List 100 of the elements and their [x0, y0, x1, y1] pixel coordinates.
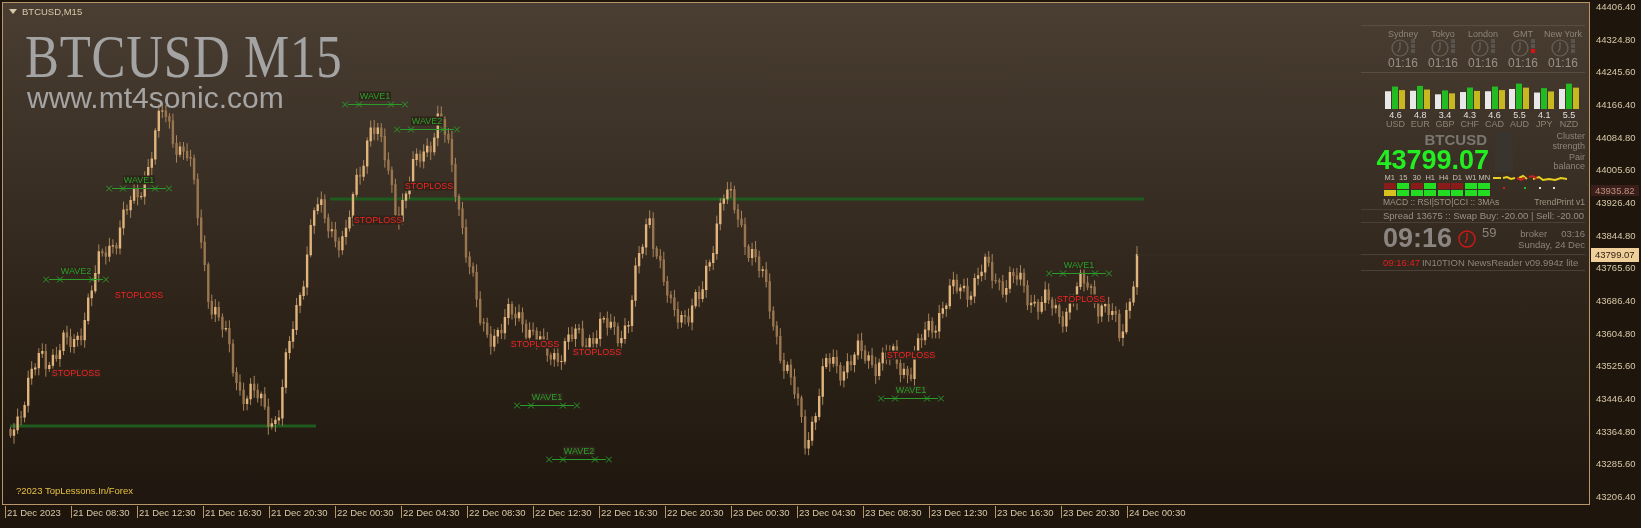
spread-text: Spread 13675 :: Swap Buy: -20.00 | Sell: -20.00: [1361, 209, 1585, 222]
broker-time: 03:16: [1561, 227, 1585, 239]
time-tick-label: 21 Dec 20:30: [269, 506, 335, 518]
strength-value: 5.5: [1562, 111, 1576, 121]
stoploss-label: STOPLOSS: [509, 339, 561, 349]
time-tick-label: 23 Dec 16:30: [995, 506, 1061, 518]
dropdown-icon[interactable]: [9, 8, 17, 15]
local-time: 09:16: [1383, 223, 1453, 255]
wave-label: WAVE2: [59, 266, 93, 276]
stoploss-label: STOPLOSS: [352, 215, 404, 225]
price-tick-label: 44005.60: [1595, 164, 1637, 177]
stoploss-label: STOPLOSS: [571, 347, 623, 357]
currency-code: AUD: [1509, 120, 1529, 131]
time-tick-label: 24 Dec 00:30: [1127, 506, 1193, 518]
strength-value: 5.5: [1513, 111, 1526, 121]
price-value: 43799.07: [1376, 147, 1489, 175]
time-tick-label: 22 Dec 04:30: [401, 506, 467, 518]
time-tick-label: 21 Dec 08:30: [71, 506, 137, 518]
clock-icon: [1511, 39, 1529, 57]
stoploss-label: STOPLOSS: [113, 290, 165, 300]
currency-code: GBP: [1435, 120, 1455, 131]
news-time: 09:16:47: [1383, 257, 1420, 269]
broker-label: broker: [1520, 227, 1548, 239]
stoploss-label: STOPLOSS: [1055, 294, 1107, 304]
balance-label: Pair balance: [1552, 152, 1585, 172]
wave-label: WAVE2: [410, 116, 444, 126]
session-time: 01:16: [1388, 57, 1418, 71]
wave-marker-icon: [1046, 269, 1112, 278]
time-tick-label: 23 Dec 20:30: [1061, 506, 1127, 518]
wave-marker-icon: [546, 455, 612, 464]
price-tick-label: 43525.60: [1595, 360, 1637, 373]
wave-label: WAVE2: [562, 446, 596, 456]
currency-code: EUR: [1410, 120, 1430, 131]
currency-code: CHF: [1460, 120, 1480, 131]
city-label: Tokyo: [1431, 29, 1455, 39]
date-text: Sunday, 24 Dec: [1518, 238, 1585, 250]
price-tick-label: 44324.80: [1595, 33, 1637, 46]
strength-bars-drawing: [1508, 81, 1531, 110]
clock-icon: [1391, 39, 1409, 57]
price-tick-label: 43686.40: [1595, 294, 1637, 307]
session-time: 01:16: [1508, 57, 1538, 71]
wave-marker-icon: [106, 184, 172, 193]
wave-label: WAVE1: [894, 385, 928, 395]
wave-label: WAVE1: [530, 392, 564, 402]
time-tick-label: 22 Dec 16:30: [599, 506, 665, 518]
wave-marker-icon: [43, 275, 109, 284]
price-tick-label: 43604.80: [1595, 327, 1637, 340]
city-label: Sydney: [1388, 29, 1418, 39]
news-label: IN10TION NewsReader v09.994z lite: [1422, 257, 1579, 269]
city-label: London: [1467, 29, 1498, 39]
trend-label: TrendPrint v1: [1534, 197, 1585, 208]
wave-label: WAVE1: [1062, 260, 1096, 270]
wave-marker-icon: [394, 125, 460, 134]
price-tick-label: 44166.40: [1595, 98, 1637, 111]
time-tick-label: 23 Dec 04:30: [797, 506, 863, 518]
wave-label: WAVE1: [122, 175, 156, 185]
wave-label: WAVE1: [358, 91, 392, 101]
strength-bars-drawing: [1557, 81, 1580, 110]
time-tick-label: 21 Dec 2023: [5, 506, 71, 518]
time-tick-label: 22 Dec 08:30: [467, 506, 533, 518]
cluster-label: Cluster strength: [1551, 132, 1585, 151]
price-marker: 43799.07: [1591, 248, 1639, 262]
strength-value: 4.6: [1389, 111, 1402, 121]
strength-value: 3.4: [1438, 111, 1452, 121]
price-tick-label: 44084.80: [1595, 131, 1637, 144]
session-time: 01:16: [1548, 57, 1578, 71]
stoploss-label: STOPLOSS: [403, 181, 455, 191]
price-tick-label: 44406.40: [1595, 1, 1637, 13]
price-marker: 43935.82: [1591, 185, 1639, 196]
strength-value: 4.1: [1537, 111, 1551, 121]
price-tick-label: 43364.80: [1595, 425, 1637, 438]
stoploss-label: STOPLOSS: [885, 350, 937, 360]
price-tick-label: 43285.60: [1595, 458, 1637, 471]
wave-marker-icon: [878, 394, 944, 403]
currency-code: USD: [1385, 120, 1405, 131]
stoploss-label: STOPLOSS: [50, 368, 102, 378]
time-tick-label: 22 Dec 20:30: [665, 506, 731, 518]
price-tick-label: 43206.40: [1595, 490, 1637, 503]
price-tick-label: 43926.40: [1595, 196, 1637, 209]
price-tick-label: 43765.60: [1595, 262, 1637, 275]
time-tick-label: 22 Dec 00:30: [335, 506, 401, 518]
time-tick-label: 23 Dec 12:30: [929, 506, 995, 518]
indicators-label: MACD :: RSI|STO|CCI :: 3MAs: [1383, 197, 1500, 208]
seconds-value: 59: [1482, 225, 1497, 241]
time-tick-label: 23 Dec 00:30: [731, 506, 797, 518]
currency-code: CAD: [1485, 120, 1505, 131]
currency-code: NZD: [1559, 120, 1579, 131]
clock-icon: [1551, 39, 1569, 57]
price-tick-label: 43446.40: [1595, 392, 1637, 405]
time-tick-label: 21 Dec 16:30: [203, 506, 269, 518]
symbol-label: BTCUSD: [1424, 132, 1488, 148]
wave-marker-icon: [514, 401, 580, 410]
price-tick-label: 44245.60: [1595, 66, 1637, 79]
strength-value: 4.3: [1463, 111, 1477, 121]
copyright-text: ?2023 TopLessons.In/Forex: [16, 485, 134, 496]
wave-marker-icon: [342, 100, 408, 109]
city-label: GMT: [1513, 29, 1533, 39]
time-tick-label: 22 Dec 12:30: [533, 506, 599, 518]
clock-icon: [1431, 39, 1449, 57]
clock-icon: [1471, 39, 1489, 57]
